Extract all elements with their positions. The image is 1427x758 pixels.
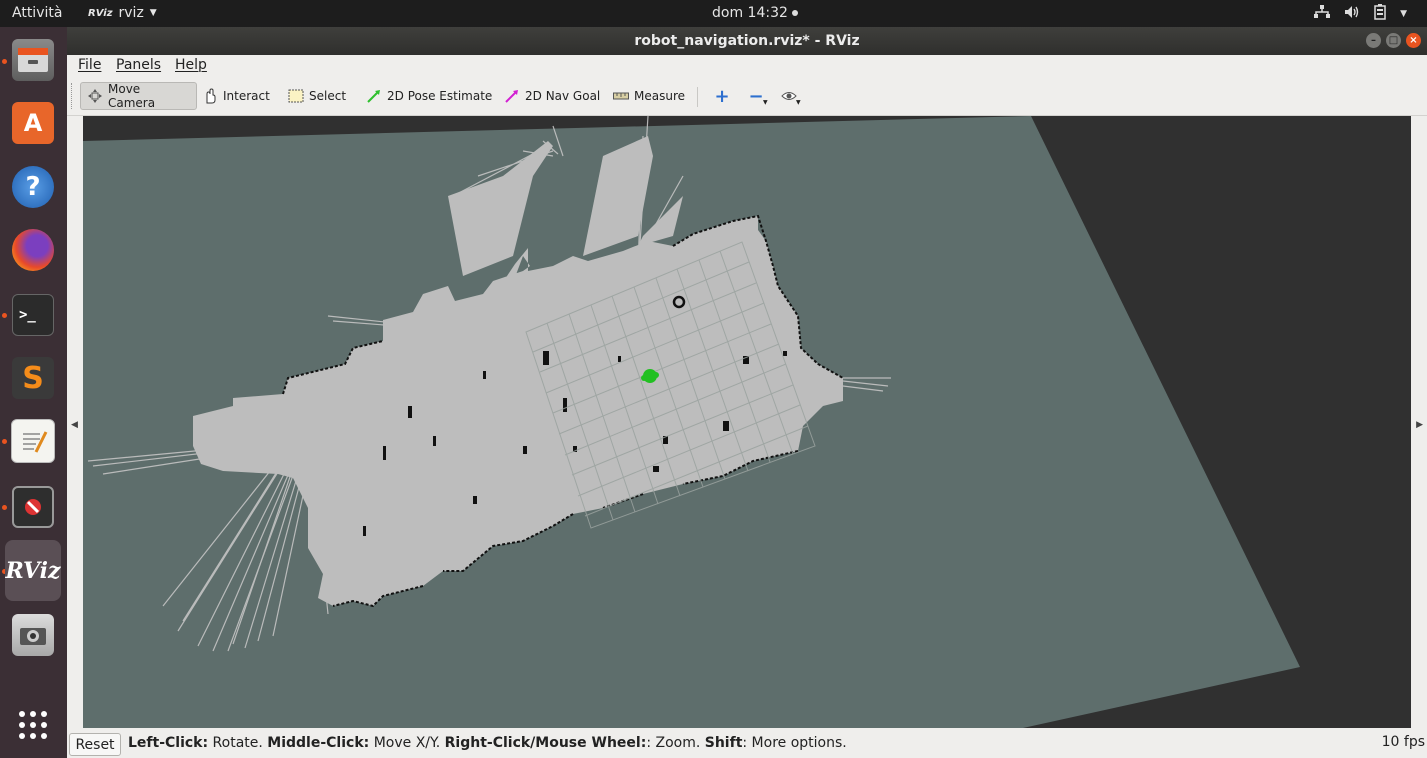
menubar: File Panels Help — [67, 55, 1427, 77]
move-camera-tool[interactable]: Move Camera — [80, 82, 197, 110]
left-dock-toggle-icon[interactable]: ◀ — [71, 420, 78, 430]
dock-help[interactable]: ? — [5, 159, 61, 215]
window-titlebar[interactable]: robot_navigation.rviz* - RViz – □ × — [67, 27, 1427, 55]
measure-tool[interactable]: Measure — [607, 82, 691, 110]
dock-show-applications[interactable] — [5, 697, 61, 753]
show-applications-icon — [12, 704, 54, 746]
add-tool-button[interactable]: + — [708, 82, 736, 110]
magenta-arrow-icon — [504, 88, 520, 104]
view-tool-button[interactable]: ▼ — [775, 82, 807, 110]
dock: A ? >_ S RViz — [0, 27, 67, 758]
system-tray[interactable]: ▼ — [1314, 4, 1407, 24]
rviz-small-icon: RViz — [88, 7, 113, 19]
chevron-down-icon: ▼ — [149, 8, 157, 18]
toolbar: Move Camera Interact Select 2D Pose Esti… — [67, 77, 1427, 116]
select-box-icon — [288, 88, 304, 104]
nav-goal-label: 2D Nav Goal — [525, 89, 601, 103]
fps-counter: 10 fps — [1381, 734, 1425, 750]
status-bar: Reset Left-Click: Rotate. Middle-Click: … — [67, 730, 1427, 758]
minus-icon: − — [748, 85, 764, 107]
move-camera-label: Move Camera — [108, 82, 156, 110]
dock-firefox[interactable] — [5, 222, 61, 278]
terminal-icon: >_ — [12, 294, 54, 336]
select-tool[interactable]: Select — [282, 82, 352, 110]
pose-estimate-label: 2D Pose Estimate — [387, 89, 493, 103]
nav-goal-tool[interactable]: 2D Nav Goal — [498, 82, 606, 110]
screenshot-icon — [12, 614, 54, 656]
toolbar-grip[interactable] — [71, 83, 76, 109]
clock-label: dom 14:32 — [712, 5, 788, 21]
blocked-app-icon — [12, 486, 54, 528]
interact-label: Interact — [223, 89, 270, 103]
toolbar-separator — [697, 87, 698, 107]
maximize-button[interactable]: □ — [1386, 33, 1401, 48]
system-menu-chevron-icon[interactable]: ▼ — [1400, 9, 1407, 19]
help-icon: ? — [12, 166, 54, 208]
minimize-button[interactable]: – — [1366, 33, 1381, 48]
clock[interactable]: dom 14:32 — [712, 5, 798, 21]
app-menu[interactable]: RViz rviz ▼ — [88, 5, 157, 21]
dock-files[interactable] — [5, 32, 61, 88]
plus-icon: + — [714, 85, 730, 107]
window-controls: – □ × — [1366, 33, 1421, 48]
dock-terminal[interactable]: >_ — [5, 287, 61, 343]
firefox-icon — [12, 229, 54, 271]
dock-rviz[interactable]: RViz — [5, 540, 61, 601]
top-bar: Attività RViz rviz ▼ dom 14:32 ▼ — [0, 0, 1427, 27]
network-icon[interactable] — [1314, 5, 1331, 23]
app-menu-label: rviz — [118, 5, 144, 21]
menu-help[interactable]: Help — [175, 57, 207, 73]
dock-sublime[interactable]: S — [5, 350, 61, 406]
interact-tool[interactable]: Interact — [196, 82, 276, 110]
ruler-icon — [613, 88, 629, 104]
remove-tool-button[interactable]: − ▼ — [742, 82, 774, 110]
reset-button[interactable]: Reset — [69, 733, 121, 756]
pose-estimate-tool[interactable]: 2D Pose Estimate — [360, 82, 498, 110]
volume-icon[interactable] — [1344, 5, 1360, 23]
sublime-text-icon: S — [12, 357, 54, 399]
dropdown-arrow-icon: ▼ — [796, 98, 801, 106]
eye-icon — [781, 88, 797, 104]
activities-button[interactable]: Attività — [12, 5, 62, 21]
measure-label: Measure — [634, 89, 685, 103]
dock-screenshot[interactable] — [5, 607, 61, 663]
battery-icon[interactable] — [1374, 4, 1386, 24]
right-dock-toggle-icon[interactable]: ▶ — [1416, 420, 1423, 430]
menu-panels[interactable]: Panels — [116, 57, 161, 73]
hand-pointer-icon — [202, 88, 218, 104]
dock-text-editor[interactable] — [5, 413, 61, 469]
rviz-window: robot_navigation.rviz* - RViz – □ × File… — [67, 27, 1427, 758]
text-editor-icon — [11, 419, 55, 463]
window-title: robot_navigation.rviz* - RViz — [634, 33, 860, 49]
files-icon — [12, 39, 54, 81]
rviz-icon: RViz — [5, 557, 61, 584]
software-center-icon: A — [12, 102, 54, 144]
menu-file[interactable]: File — [78, 57, 101, 73]
map-render — [83, 116, 1300, 728]
dock-blocked-app[interactable] — [5, 479, 61, 535]
close-button[interactable]: × — [1406, 33, 1421, 48]
select-label: Select — [309, 89, 347, 103]
green-arrow-icon — [366, 88, 382, 104]
move-camera-icon — [87, 88, 103, 104]
dock-software[interactable]: A — [5, 95, 61, 151]
dropdown-arrow-icon: ▼ — [763, 98, 768, 106]
notification-dot — [791, 10, 798, 16]
tool-hint: Left-Click: Rotate. Middle-Click: Move X… — [128, 735, 847, 751]
render-viewport[interactable] — [83, 116, 1411, 728]
